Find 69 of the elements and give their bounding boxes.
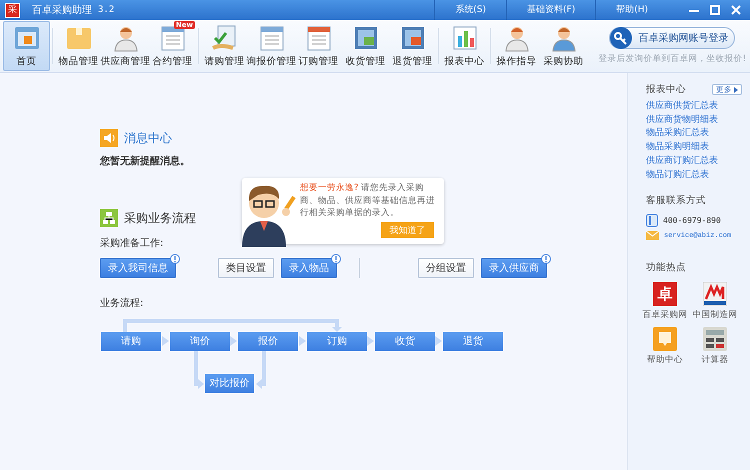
report-link[interactable]: 供应商供货汇总表 — [646, 100, 718, 114]
toolbar-button[interactable]: 首页 — [3, 21, 50, 71]
help-icon — [653, 327, 677, 352]
report-link[interactable]: 物品订购汇总表 — [646, 168, 709, 182]
section-title: 报表中心 — [646, 83, 686, 96]
toolbar-button[interactable]: 供应商管理 — [102, 21, 149, 71]
version-label: 3.2 — [98, 5, 114, 15]
flowchart-icon — [100, 209, 118, 227]
shortcut-button[interactable]: 中国制造网 — [690, 282, 740, 322]
calculator-icon — [703, 327, 727, 352]
flow-step[interactable]: 收货 — [375, 332, 435, 351]
toolbar-button[interactable]: 报表中心 — [441, 21, 488, 71]
connector-arrow — [256, 351, 266, 389]
connector-arrow — [366, 336, 374, 346]
toolbar-button[interactable]: 收货管理 — [342, 21, 389, 71]
action-button[interactable]: 录入供应商 — [481, 258, 547, 278]
toolbar-button[interactable]: 请购管理 — [201, 21, 248, 71]
login-button[interactable]: 百卓采购网账号登录 — [609, 27, 736, 49]
bar-chart-icon — [450, 24, 478, 52]
toolbar-button[interactable]: 采购协助 — [540, 21, 587, 71]
phone-icon — [646, 214, 658, 228]
connector-arrow — [434, 336, 442, 346]
tip-text: 想要一劳永逸? 请您先录入采购商、物品、供应商等基础信息再进行相关采购单据的录入。 — [300, 182, 436, 220]
report-link[interactable]: 供应商订购汇总表 — [646, 154, 718, 169]
maximize-icon[interactable] — [709, 4, 721, 16]
toolbar-button[interactable]: 物品管理 — [55, 21, 102, 71]
section-title: 采购业务流程 — [124, 210, 196, 226]
flow-step[interactable]: 请购 — [101, 332, 161, 351]
report-link[interactable]: 供应商货物明细表 — [646, 114, 718, 128]
close-icon[interactable] — [730, 4, 742, 16]
toolbar-button[interactable]: 询报价管理 — [248, 21, 295, 71]
login-hint: 登录后发询价单到百卓网，坐收报价! — [598, 53, 746, 65]
flow-label: 业务流程: — [100, 296, 144, 310]
toolbar-button[interactable]: 操作指导 — [493, 21, 540, 71]
flow-step[interactable]: 对比报价 — [205, 374, 254, 393]
action-button[interactable]: 录入物品 — [281, 258, 337, 278]
toolbar-button[interactable]: 退货管理 — [389, 21, 436, 71]
prep-label: 采购准备工作: — [100, 236, 164, 250]
flow-step[interactable]: 询价 — [170, 332, 230, 351]
report-link[interactable]: 物品采购汇总表 — [646, 127, 709, 142]
phone-number: 400-6979-890 — [663, 216, 721, 226]
action-button[interactable]: 类目设置 — [218, 258, 274, 278]
flow-step[interactable]: 报价 — [238, 332, 298, 351]
key-icon — [610, 27, 632, 49]
toolbar-button[interactable]: 订购管理 — [295, 21, 342, 71]
report-link[interactable]: 物品采购明细表 — [646, 141, 709, 155]
message-text: 您暂无新提醒消息。 — [100, 154, 191, 168]
list-icon — [304, 24, 332, 52]
section-title: 功能热点 — [646, 261, 686, 274]
shortcut-button[interactable]: 计算器 — [690, 327, 740, 366]
action-button[interactable]: 录入我司信息 — [100, 258, 176, 278]
speaker-icon — [100, 129, 118, 147]
person-icon — [112, 24, 140, 52]
envelope-icon — [646, 231, 659, 240]
app-logo: 采 — [5, 2, 20, 18]
site-logo: 卓 — [653, 282, 677, 306]
site-logo — [703, 282, 727, 306]
connector-arrow — [229, 336, 237, 346]
window-title: 百卓采购助理 — [32, 4, 92, 17]
connector-arrow — [194, 351, 204, 389]
section-title: 客服联系方式 — [646, 194, 706, 208]
action-button[interactable]: 分组设置 — [418, 258, 474, 278]
shortcut-button[interactable]: 帮助中心 — [640, 327, 690, 366]
triangle-icon — [734, 86, 738, 92]
shortcut-button[interactable]: 卓 百卓采购网 — [640, 282, 690, 322]
flow-step[interactable]: 订购 — [307, 332, 367, 351]
document-icon — [258, 24, 286, 52]
section-title: 消息中心 — [124, 130, 172, 146]
flow-step[interactable]: 退货 — [443, 332, 503, 351]
